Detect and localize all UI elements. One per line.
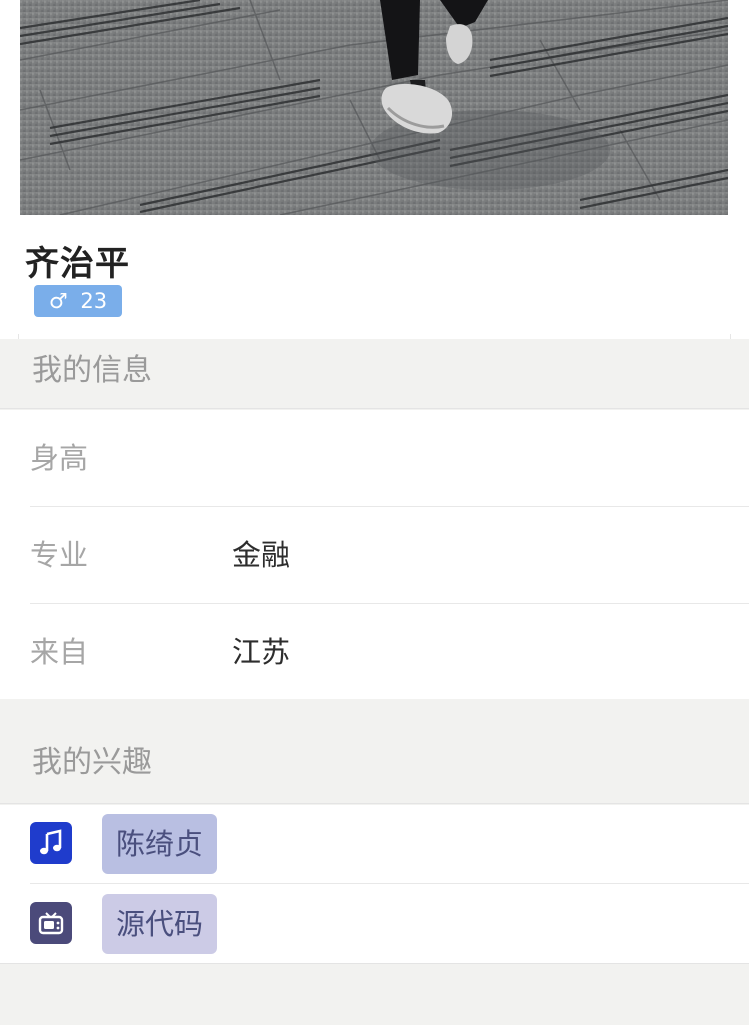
my-interests-section-title: 我的兴趣 [0,699,749,804]
music-note-icon [30,822,72,864]
profile-page: 齐治平 ♂ 23 我的信息 身高 专业 金融 来自 江苏 我的兴趣 陈绮贞 源代… [0,0,749,1025]
hometown-value: 江苏 [232,635,291,669]
major-value: 金融 [232,538,291,572]
my-interests-list: 陈绮贞 源代码 [0,805,749,964]
interest-row-movie[interactable]: 源代码 [0,884,749,962]
interest-row-music[interactable]: 陈绮贞 [0,805,749,883]
height-label: 身高 [30,441,89,475]
user-name: 齐治平 [25,244,130,284]
profile-photo[interactable] [20,0,728,215]
age-value: 23 [80,289,108,313]
interest-tag-music[interactable]: 陈绮贞 [102,814,218,874]
hometown-label: 来自 [30,635,89,669]
tv-icon [30,902,72,944]
profile-card: 齐治平 ♂ 23 [0,0,749,339]
my-info-section-title: 我的信息 [0,339,749,409]
bottom-spacer [0,964,749,1025]
photo-image [20,0,728,215]
info-row-major[interactable]: 专业 金融 [0,507,749,603]
male-gender-icon: ♂ [48,289,68,313]
interest-tag-movie[interactable]: 源代码 [102,894,218,954]
info-row-hometown[interactable]: 来自 江苏 [0,604,749,700]
info-row-height[interactable]: 身高 [0,410,749,506]
my-info-list: 身高 专业 金融 来自 江苏 [0,410,749,699]
major-label: 专业 [30,538,89,572]
gender-age-badge: ♂ 23 [34,285,122,317]
